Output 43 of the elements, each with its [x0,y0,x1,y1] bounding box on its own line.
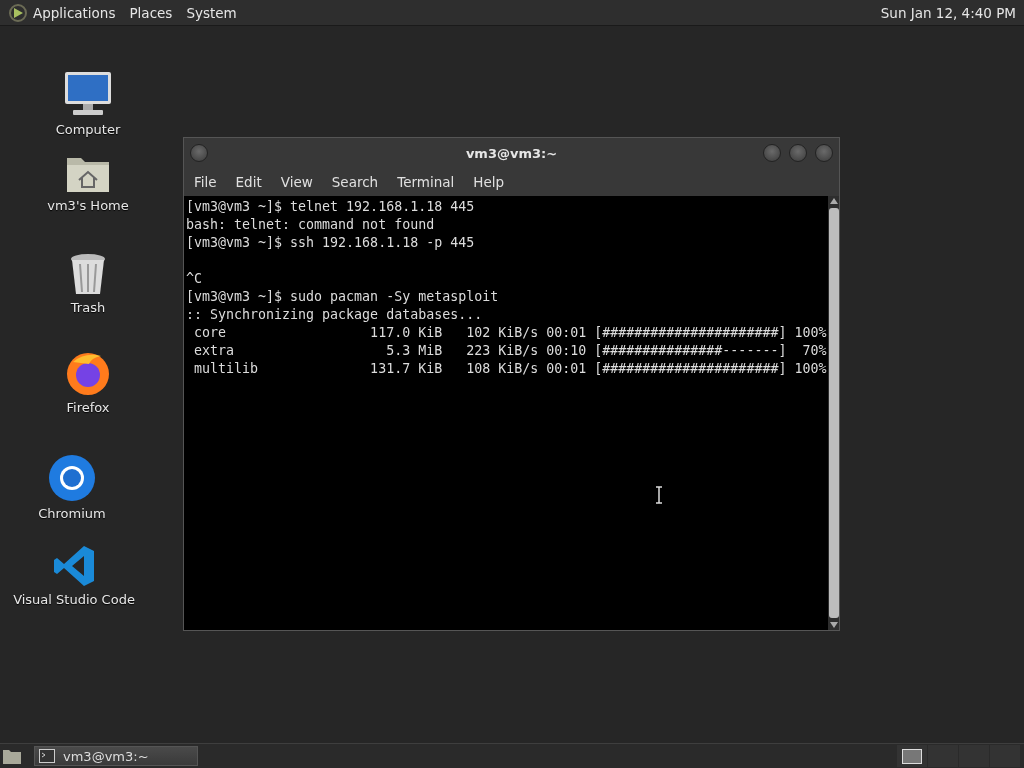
terminal-line: [vm3@vm3 ~]$ sudo pacman -Sy metasploit [186,288,500,306]
workspace-switcher[interactable] [897,745,1020,767]
scroll-down-icon[interactable] [829,622,838,628]
terminal-line: multilib 131.7 KiB 108 KiB/s 00:01 [######################] 100% [193,360,827,378]
panel-menu[interactable]: Places [129,4,173,21]
menu-item[interactable]: Help [473,174,505,190]
terminal-line: [vm3@vm3 ~]$ ssh 192.168.1.18 -p 445 [186,234,476,252]
task-button[interactable]: vm3@vm3:~ [34,746,198,766]
menu-item[interactable]: View [280,174,313,190]
terminal-line: :: Synchronizing package databases... [186,306,484,324]
minimize-button[interactable] [763,144,781,162]
icon-label[interactable]: Visual Studio Code [13,592,135,607]
scroll-up-icon[interactable] [829,198,838,204]
code-editor-icon[interactable] [52,544,96,588]
close-button[interactable] [815,144,833,162]
terminal-line: ^C [186,270,203,288]
menu-item[interactable]: Search [331,174,379,190]
folder-icon[interactable] [2,747,22,765]
icon-label[interactable]: Computer [55,122,121,137]
icon-label[interactable]: Trash [70,300,106,315]
icon-label[interactable]: Firefox [66,400,110,415]
browser-icon[interactable] [65,350,111,396]
terminal-line: bash: telnet: command not found [186,216,436,234]
menu-item[interactable]: Terminal [397,174,455,190]
trash-icon[interactable] [69,252,107,296]
menu-item[interactable]: Edit [235,174,262,190]
browser-icon[interactable] [48,454,96,502]
panel-menu[interactable]: Applications [33,4,116,21]
icon-label[interactable]: Chromium [38,506,106,521]
clock[interactable]: Sun Jan 12, 4:40 PM [880,4,1016,21]
terminal-icon [39,749,55,763]
menu-logo-icon[interactable] [8,2,28,23]
terminal-line: [vm3@vm3 ~]$ telnet 192.168.1.18 445 [186,198,476,216]
window-menu-button[interactable] [190,144,208,162]
menu-item[interactable]: File [194,174,217,190]
maximize-button[interactable] [789,144,807,162]
panel-menu[interactable]: System [186,4,237,21]
terminal-line: core 117.0 KiB 102 KiB/s 00:01 [######################] 100% [193,324,827,342]
icon-label[interactable]: vm3's Home [47,198,129,213]
text-cursor-icon [655,486,663,504]
computer-icon[interactable] [63,70,113,118]
terminal-line: extra 5.3 MiB 223 KiB/s 00:10 [###############-------] 70% [193,342,827,360]
window-title: vm3@vm3:~ [464,145,559,161]
